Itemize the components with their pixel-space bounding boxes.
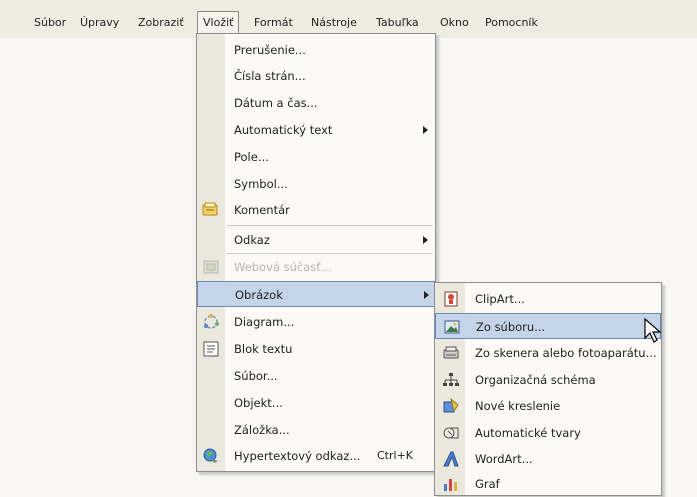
insert-symbol-item[interactable]: Symbol... [197,171,435,197]
menu-item-label: Hypertextový odkaz... [234,449,361,463]
insert-file-item[interactable]: Súbor... [197,363,435,389]
menu-item-label: Zo skenera alebo fotoaparátu... [475,346,657,360]
menu-item-label: Komentár [234,203,290,217]
menu-item-label: Diagram... [234,315,295,329]
insert-page-numbers-item[interactable]: Čísla strán... [197,63,435,89]
menu-item-label: Čísla strán... [234,69,306,83]
insert-bookmark-item[interactable]: Záložka... [197,417,435,443]
org-chart-icon [441,370,461,390]
from-scanner-item[interactable]: Zo skenera alebo fotoaparátu... [435,340,661,366]
menu-item-label: Prerušenie... [234,43,306,57]
menu-tools[interactable]: Nástroje [311,14,357,32]
autoshapes-item[interactable]: Automatické tvary [435,420,661,446]
menu-item-label: Automatické tvary [475,426,581,440]
new-drawing-icon [441,396,461,416]
insert-diagram-item[interactable]: Diagram... [197,309,435,335]
insert-break-item[interactable]: Prerušenie... [197,37,435,63]
insert-web-component-item: Webová súčasť... [197,254,435,280]
chart-icon [441,474,461,494]
insert-hyperlink-item[interactable]: Hypertextový odkaz... Ctrl+K [197,443,435,469]
wordart-item[interactable]: WordArt... [435,446,661,472]
menu-item-label: Dátum a čas... [234,96,318,110]
menu-item-label: Organizačná schéma [475,373,596,387]
clipart-icon [441,289,461,309]
menu-file[interactable]: Súbor [34,14,66,32]
insert-field-item[interactable]: Pole... [197,144,435,170]
clipart-item[interactable]: ClipArt... [435,286,661,312]
mouse-cursor-icon [644,318,662,343]
menu-item-label: Graf [475,477,500,491]
menu-item-label: Objekt... [234,396,283,410]
insert-comment-item[interactable]: Komentár [197,197,435,223]
submenu-arrow-icon [424,291,429,299]
menu-help[interactable]: Pomocník [485,14,538,32]
insert-autotext-item[interactable]: Automatický text [197,117,435,143]
menu-insert[interactable]: Vložiť [197,11,240,34]
diagram-icon [201,312,221,332]
new-drawing-item[interactable]: Nové kreslenie [435,393,661,419]
submenu-arrow-icon [423,126,428,134]
menu-item-label: Súbor... [234,369,278,383]
menu-item-label: Nové kreslenie [475,399,561,413]
insert-object-item[interactable]: Objekt... [197,390,435,416]
menu-item-label: Blok textu [234,342,293,356]
insert-picture-item[interactable]: Obrázok [197,281,435,307]
menu-view[interactable]: Zobraziť [138,14,184,32]
insert-menu: Prerušenie... Čísla strán... Dátum a čas… [196,33,436,472]
wordart-icon [441,449,461,469]
hyperlink-globe-icon [201,446,221,466]
picture-from-file-icon [442,317,462,337]
menu-item-label: Odkaz [234,233,270,247]
org-chart-item[interactable]: Organizačná schéma [435,367,661,393]
insert-reference-item[interactable]: Odkaz [197,227,435,253]
menu-item-label: WordArt... [475,452,533,466]
menu-item-label: Pole... [234,150,269,164]
from-file-item[interactable]: Zo súboru... [435,313,661,339]
comment-icon [201,200,221,220]
menu-window[interactable]: Okno [440,14,469,32]
menu-format[interactable]: Formát [254,14,293,32]
menu-edit[interactable]: Úpravy [80,14,119,32]
menu-separator [227,225,433,226]
menu-item-label: ClipArt... [475,292,525,306]
web-component-icon [201,257,221,277]
chart-item[interactable]: Graf [435,471,661,497]
menu-table[interactable]: Tabuľka [376,14,419,32]
menu-item-label: Symbol... [234,177,288,191]
menu-item-label: Webová súčasť... [234,260,332,274]
menu-item-label: Automatický text [234,123,333,137]
autoshapes-icon [441,423,461,443]
menu-item-label: Obrázok [235,288,283,302]
insert-text-box-item[interactable]: Blok textu [197,336,435,362]
menu-item-label: Záložka... [234,423,290,437]
scanner-icon [441,343,461,363]
picture-submenu: ClipArt... Zo súboru... Zo skenera alebo… [434,282,662,496]
menu-item-label: Zo súboru... [476,320,546,334]
shortcut-label: Ctrl+K [377,449,414,462]
text-box-icon [201,339,221,359]
submenu-arrow-icon [423,236,428,244]
insert-date-time-item[interactable]: Dátum a čas... [197,90,435,116]
